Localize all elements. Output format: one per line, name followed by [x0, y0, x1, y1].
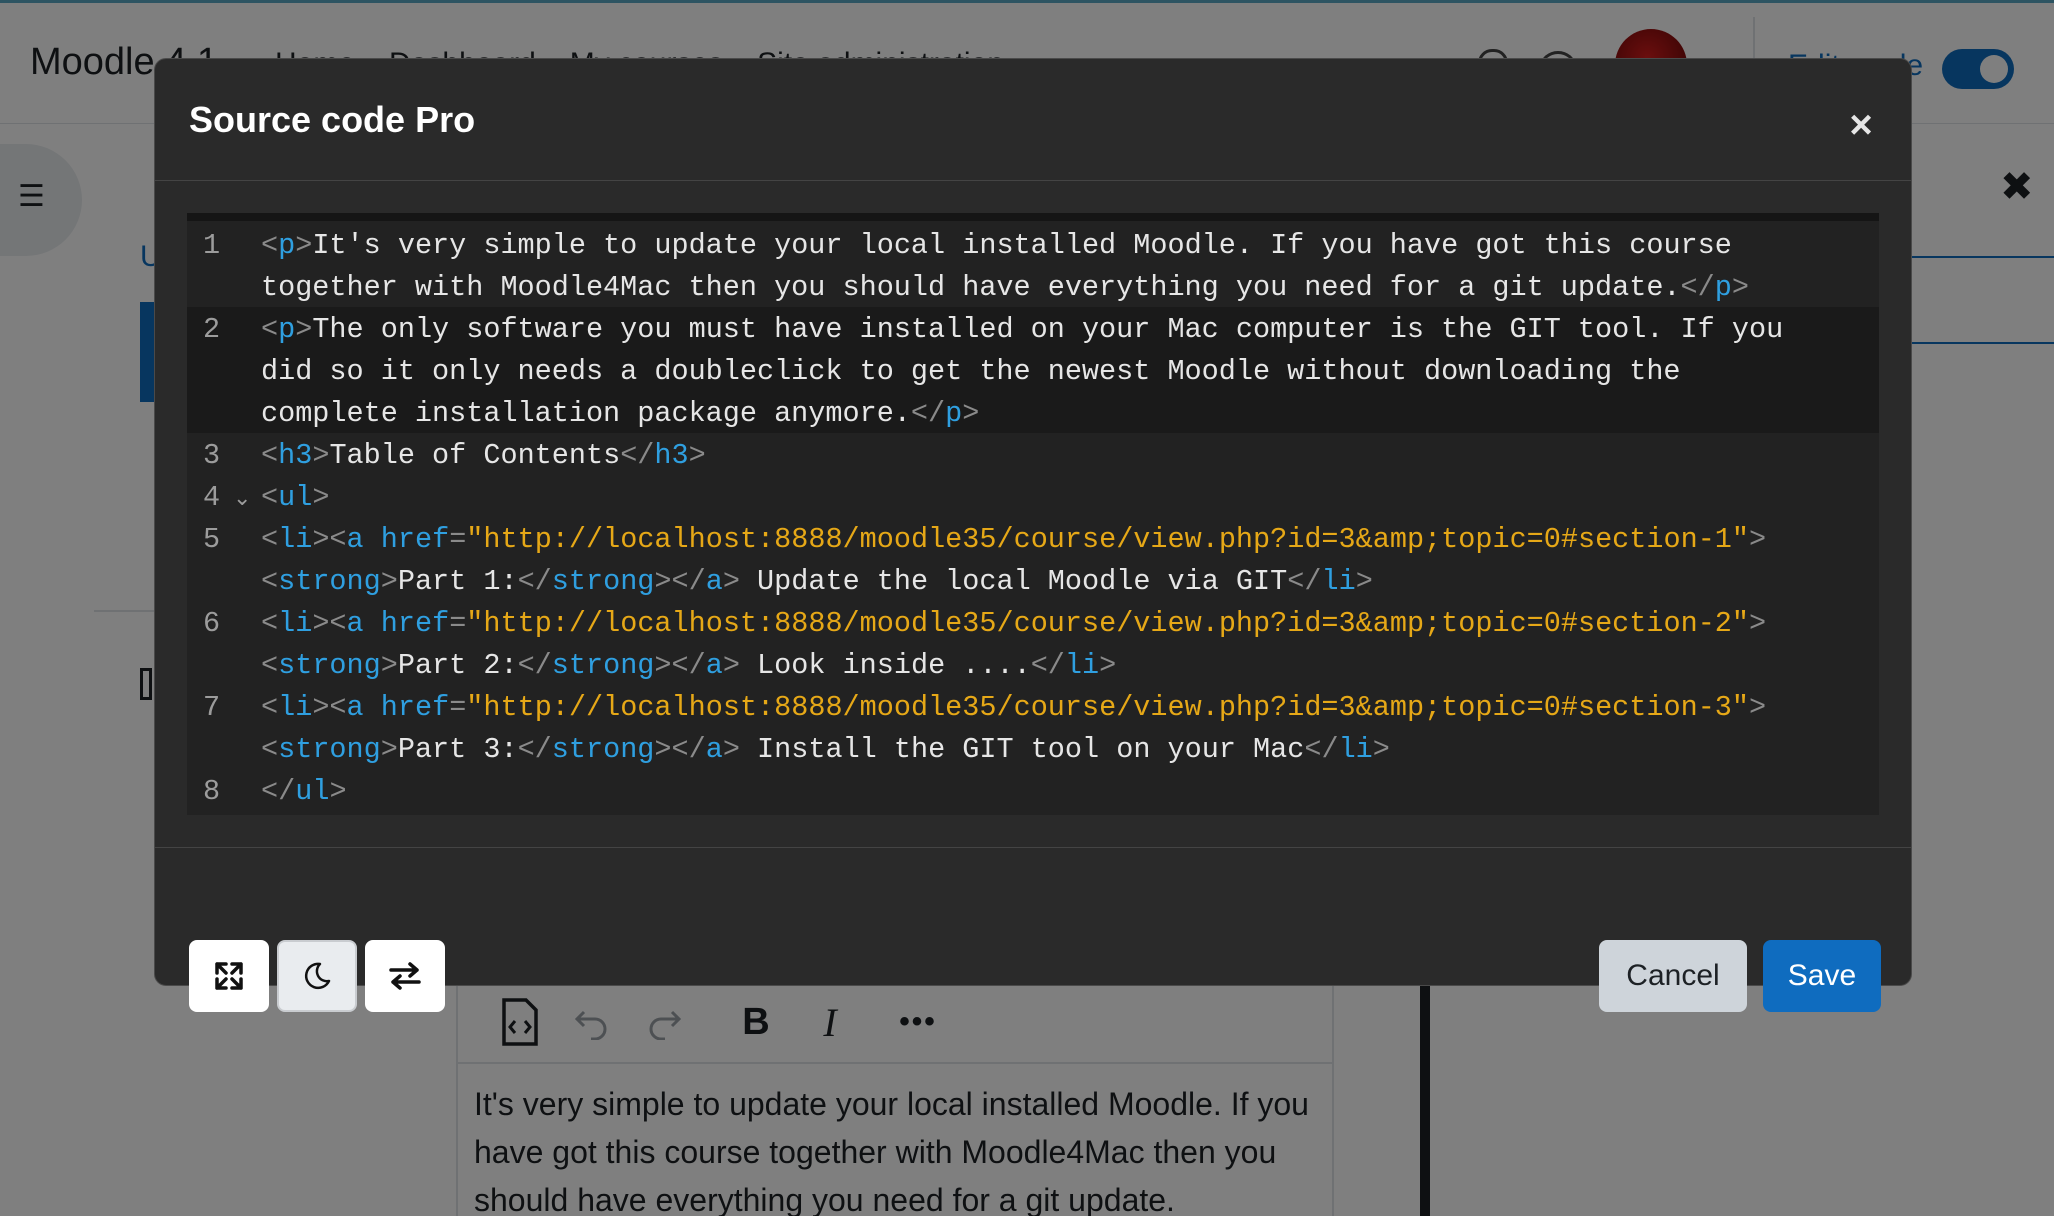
code-string: "http://localhost:8888/moodle35/course/v…: [466, 607, 1750, 640]
line-number: 2: [203, 313, 221, 346]
code-text: Install the GIT tool on your Mac: [739, 732, 1305, 766]
fold-chevron-icon[interactable]: ⌄: [233, 479, 251, 521]
code-line-8[interactable]: 8 </ul>: [187, 771, 1879, 813]
code-string: "http://localhost:8888/moodle35/course/v…: [466, 691, 1750, 724]
code-text: did so it only needs a doubleclick to ge…: [261, 354, 1681, 388]
modal-title: Source code Pro: [189, 99, 476, 140]
swap-wrap-button[interactable]: [365, 940, 445, 1012]
cancel-button[interactable]: Cancel: [1599, 940, 1747, 1012]
line-number: 1: [203, 229, 221, 262]
modal-close-icon[interactable]: ×: [1841, 105, 1881, 145]
code-text: Part 1:: [397, 564, 518, 598]
code-line-3[interactable]: 3 <h3>Table of Contents</h3>: [187, 435, 1879, 477]
code-string: "http://localhost:8888/moodle35/course/v…: [466, 523, 1750, 556]
modal-footer: Cancel Save: [155, 847, 1911, 1012]
line-number: 5: [203, 523, 221, 556]
code-text: Update the local Moodle via GIT: [739, 564, 1288, 598]
code-text: complete installation package anymore.: [261, 396, 911, 430]
code-line-7[interactable]: 7 <li><a href="http://localhost:8888/moo…: [187, 687, 1879, 771]
code-line-1[interactable]: 1 <p>It's very simple to update your loc…: [187, 225, 1879, 309]
expand-arrows-icon: [215, 962, 243, 990]
code-line-6[interactable]: 6 <li><a href="http://localhost:8888/moo…: [187, 603, 1879, 687]
code-text: Look inside ....: [739, 648, 1031, 682]
fullscreen-button[interactable]: [189, 940, 269, 1012]
code-text: Part 3:: [397, 732, 518, 766]
line-number: 3: [203, 439, 221, 472]
code-text: Table of Contents: [329, 439, 621, 472]
code-text: It's very simple to update your local in…: [312, 229, 1732, 262]
code-editor[interactable]: 1 <p>It's very simple to update your loc…: [187, 213, 1879, 815]
code-line-2[interactable]: 2 <p>The only software you must have ins…: [187, 307, 1879, 433]
line-number: 6: [203, 607, 221, 640]
modal-header: Source code Pro ×: [155, 59, 1911, 181]
line-number: 8: [203, 775, 221, 808]
code-text: together with Moodle4Mac then you should…: [261, 270, 1681, 304]
code-text: The only software you must have installe…: [312, 313, 1784, 346]
code-text: Part 2:: [397, 648, 518, 682]
dark-mode-button[interactable]: [277, 940, 357, 1012]
source-code-modal: Source code Pro × 1 <p>It's very simple …: [154, 58, 1912, 1012]
line-number: 7: [203, 691, 221, 724]
save-button[interactable]: Save: [1763, 940, 1881, 1012]
code-line-4[interactable]: 4 ⌄ <ul>: [187, 477, 1879, 519]
moon-icon: [304, 962, 331, 990]
line-number: 4: [203, 481, 221, 514]
code-line-5[interactable]: 5 <li><a href="http://localhost:8888/moo…: [187, 519, 1879, 603]
swap-arrows-icon: [389, 962, 421, 990]
